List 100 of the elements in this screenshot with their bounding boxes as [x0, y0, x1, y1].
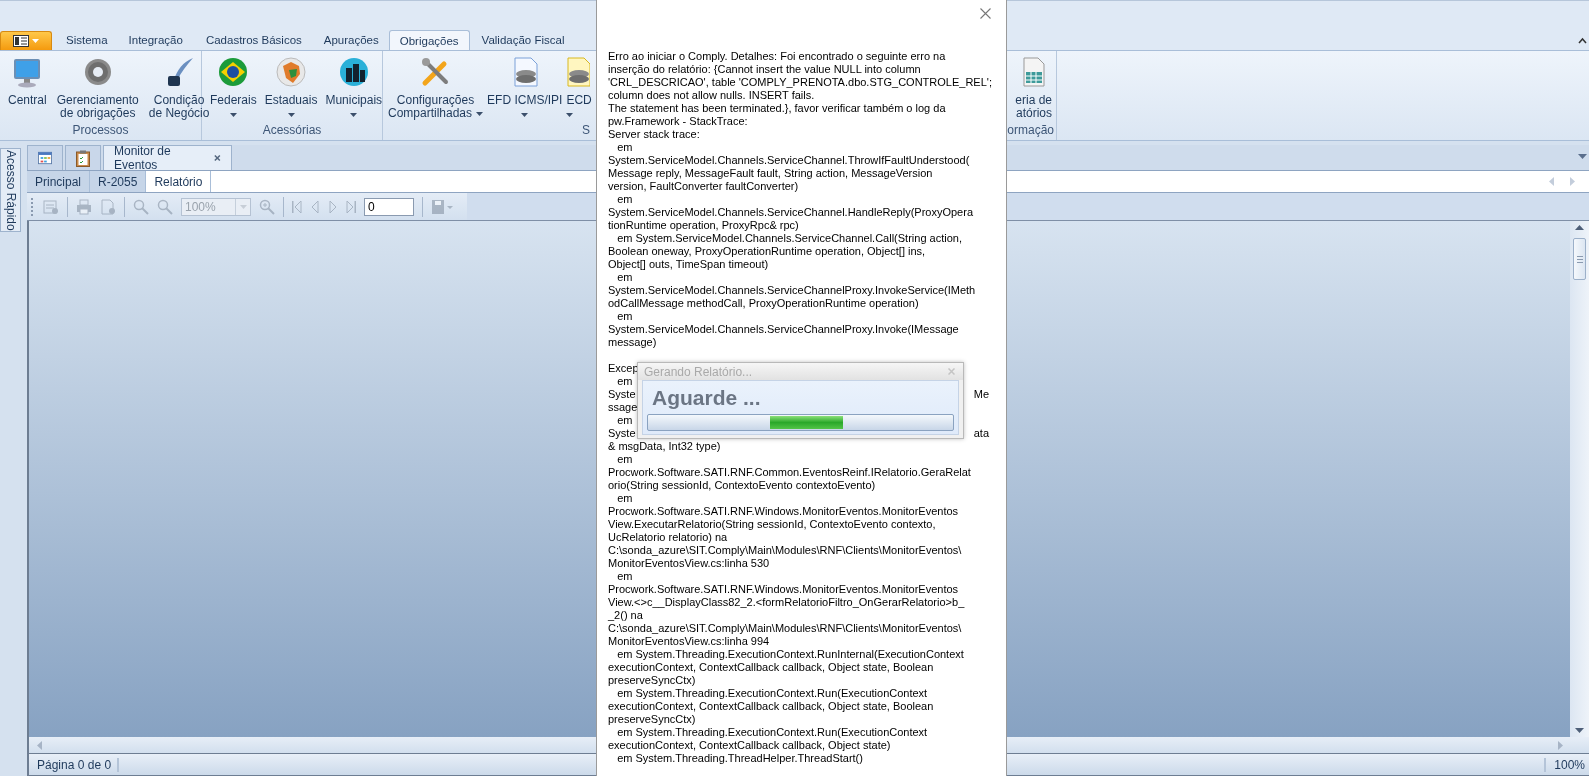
quick-access-tab[interactable]: Acesso Rápido [0, 148, 21, 232]
ribbon-tab[interactable]: Validação Fiscal [469, 30, 577, 50]
city-icon [337, 56, 370, 88]
sub-tab[interactable]: Principal [27, 171, 91, 192]
error-text: executionContext, ContextCallback callback, Object state) [608, 739, 891, 752]
ribbon-tab[interactable]: Apurações [313, 30, 389, 50]
save-icon [431, 198, 453, 215]
print-icon [76, 198, 92, 215]
application-menu-button[interactable] [0, 31, 52, 50]
ribbon-tab[interactable]: Sistema [56, 30, 118, 50]
error-text: Boolean oneway, ProxyOperationRuntime operation, Object[] ins, [608, 245, 926, 258]
error-text: Me [973, 388, 989, 401]
error-text: executionContext, ContextCallback callback, Object state, Boolean [608, 700, 934, 713]
ribbon-tab[interactable]: Integração [117, 30, 194, 50]
error-text: Server stack trace: [608, 128, 700, 141]
error-text: Object[] outs, TimeSpan timeout) [608, 258, 769, 271]
error-text: Procwork.Software.SATI.RNF.Windows.MonitorEventos.MonitorEventos [608, 505, 959, 518]
last-page-icon [346, 200, 356, 213]
error-text: Message reply, MessageFault fault, String action, MessageVersion [608, 167, 933, 180]
error-text: C:\sonda_azure\SIT.Comply\Main\Modules\RNF\Clients\MonitorEventos\ [608, 544, 962, 557]
caret-icon [32, 39, 39, 43]
clipboard-icon [76, 149, 90, 167]
error-text: _2() na [608, 609, 643, 622]
ribbon-button[interactable]: Gerenciamento de obrigações [52, 56, 143, 122]
error-text: ssage [608, 401, 638, 414]
error-text: message) [608, 336, 657, 349]
ribbon-tab[interactable]: Cadastros Básicos [193, 30, 314, 50]
error-text: System.ServiceModel.Channels.ServiceChannel.HandleReply(ProxyOpera [608, 206, 973, 219]
next-page-icon [328, 200, 338, 213]
error-text: & msgData, Int32 type) [608, 440, 721, 453]
document-tab[interactable] [65, 145, 101, 170]
error-text: UcRelatorio relatorio) na [608, 531, 728, 544]
group-label: S [582, 123, 590, 137]
error-text: System.ServiceModel.Channels.ServiceChannelProxy.Invoke(IMessage [608, 323, 959, 336]
grid-icon [38, 151, 52, 165]
error-text: em System.Threading.ThreadHelper.ThreadStart() [616, 752, 863, 765]
error-text: em [616, 271, 633, 284]
dialog-title: Gerando Relatório... [644, 364, 753, 379]
group-label: Processos [72, 123, 129, 137]
ribbon-button[interactable]: Municipais [321, 56, 387, 122]
error-text: executionContext, ContextCallback callback, Object state, Boolean [608, 661, 934, 674]
map-icon [275, 56, 308, 88]
error-text: orio(String sessionId, ContextoEvento contextoEvento) [608, 479, 876, 492]
error-text: inserção do relatório: {Cannot insert the value NULL into column [608, 63, 921, 76]
scroll-up-icon [1575, 225, 1584, 230]
zoom-out-icon [157, 198, 173, 215]
close-icon [948, 368, 955, 375]
document-tab[interactable]: Monitor de Eventos [103, 145, 232, 170]
error-text: em System.ServiceModel.Channels.ServiceChannel.Call(String action, [616, 232, 962, 245]
zoom-level: 100% [1544, 757, 1585, 772]
error-text: C:\sonda_azure\SIT.Comply\Main\Modules\RNF\Clients\MonitorEventos\ [608, 622, 962, 635]
error-text: Erro ao iniciar o Comply. Detalhes: Foi encontrado o seguinte erro na [608, 50, 946, 63]
group-label: Acessórias [262, 123, 322, 137]
error-text: View.<>c__DisplayClass82_2.<formRelatorioFiltro_OnGerarRelatorio>b_ [608, 596, 965, 609]
error-text: View.ExecutarRelatorio(String sessionId, ContextoEvento contexto, [608, 518, 936, 531]
ribbon-tab[interactable]: Obrigações [388, 30, 470, 50]
error-text: Procwork.Software.SATI.RNF.Common.EventosReinf.IRelatorio.GeraRelat [608, 466, 971, 479]
error-text: em [616, 375, 633, 388]
error-text: The statement has been terminated.}, favor verificar também o log da [608, 102, 946, 115]
ribbon-button[interactable]: EFD ICMS/IPI [485, 56, 565, 122]
wait-message: Aguarde ... [651, 385, 762, 411]
document-tab[interactable] [27, 145, 63, 170]
error-text: MonitorEventosView.cs:linha 994 [608, 635, 770, 648]
previous-page-icon [310, 200, 320, 213]
error-text: MonitorEventosView.cs:linha 530 [608, 557, 770, 570]
error-text: version, FaultConverter faultConverter) [608, 180, 799, 193]
error-text: Procwork.Software.SATI.RNF.Windows.MonitorEventos.MonitorEventos [608, 583, 959, 596]
scroll-down-icon [1575, 728, 1584, 733]
scroll-left-icon [37, 740, 42, 750]
ribbon-button[interactable]: ECD [566, 56, 592, 122]
database-document-icon [566, 56, 591, 88]
dropdown-icon [239, 204, 247, 209]
error-text: em [616, 310, 633, 323]
dropdown-icon [1578, 154, 1587, 159]
ribbon-button[interactable]: Configurações Compartilhadas [386, 56, 486, 122]
first-page-icon [292, 200, 302, 213]
group-label: ormação [1007, 123, 1054, 137]
ribbon-button[interactable]: Central [4, 56, 51, 122]
error-text: preserveSyncCtx) [608, 674, 696, 687]
ribbon-button[interactable]: Estaduais [260, 56, 322, 122]
zoom-in-icon [133, 198, 149, 215]
sub-tab[interactable]: R-2055 [90, 171, 147, 192]
error-text: em System.Threading.ExecutionContext.RunInternal(ExecutionContext [616, 648, 964, 661]
error-text: em [616, 453, 633, 466]
error-text: ata [973, 427, 989, 440]
zoom-icon [259, 198, 275, 215]
scroll-left-icon [1549, 177, 1554, 186]
ribbon-button[interactable]: eria de atórios [1011, 56, 1056, 122]
scroll-right-icon [1570, 177, 1575, 186]
error-text: em System.Threading.ExecutionContext.Run(ExecutionContext [616, 687, 928, 700]
error-text: Syste [608, 388, 636, 401]
error-text: preserveSyncCtx) [608, 713, 696, 726]
error-text: em [616, 492, 633, 505]
error-text: Syste [608, 427, 636, 440]
vertical-scrollbar[interactable] [1570, 221, 1589, 737]
error-text: System.ServiceModel.Channels.ServiceChannelProxy.InvokeService(IMeth [608, 284, 976, 297]
error-text: pw.Framework - StackTrace: [608, 115, 748, 128]
error-text: em [616, 193, 633, 206]
error-text: em [616, 570, 633, 583]
close-icon[interactable] [980, 8, 991, 19]
